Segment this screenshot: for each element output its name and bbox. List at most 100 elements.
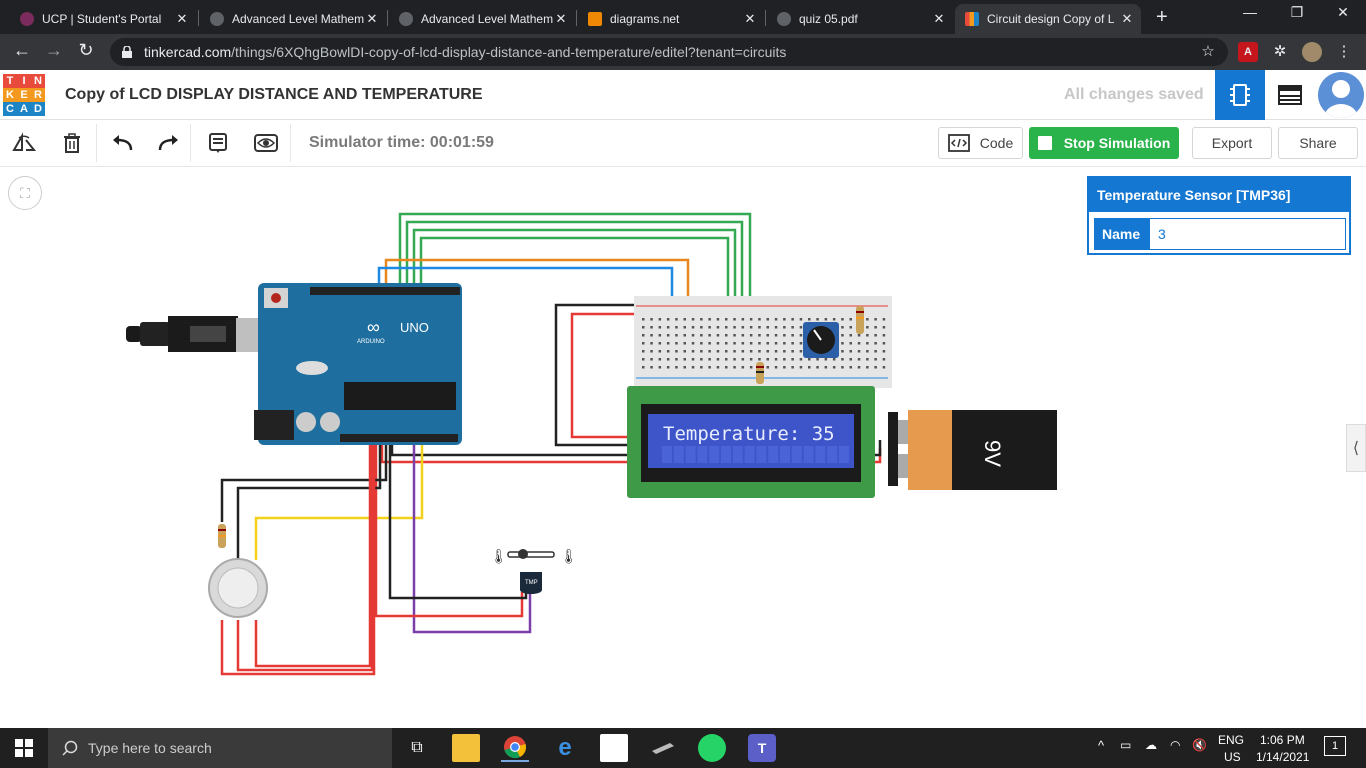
breadboard-hole <box>808 358 811 361</box>
wire-black[interactable] <box>220 442 388 522</box>
gas-sensor[interactable] <box>208 558 268 618</box>
components-panel-toggle[interactable]: ⟨ <box>1346 424 1366 472</box>
undo-icon[interactable] <box>108 130 136 156</box>
wire-red[interactable] <box>220 442 376 676</box>
globe-favicon-icon <box>399 12 413 26</box>
menu-kebab-icon[interactable]: ⋮ <box>1334 42 1354 62</box>
close-tab-icon[interactable]: ✕ <box>742 11 758 27</box>
breadboard-hole <box>849 318 852 321</box>
taskbar-search[interactable]: Type here to search <box>48 728 392 768</box>
export-button[interactable]: Export <box>1192 127 1272 159</box>
close-tab-icon[interactable]: ✕ <box>174 11 190 27</box>
lcd-16x2[interactable]: Temperature: 35 <box>627 386 875 498</box>
store-icon[interactable] <box>600 734 628 762</box>
breadboard-hole <box>725 342 728 345</box>
wire-black[interactable] <box>388 442 528 600</box>
wire-black[interactable] <box>236 442 382 560</box>
name-input[interactable]: 3 <box>1149 218 1346 250</box>
new-tab-button[interactable]: + <box>1156 6 1168 29</box>
edge-icon[interactable]: e <box>551 734 579 762</box>
breadboard-hole <box>758 342 761 345</box>
arduino-uno-board[interactable]: ∞ UNO ARDUINO <box>254 283 462 445</box>
address-bar[interactable]: tinkercad.com/things/6XQhgBowlDI-copy-of… <box>110 38 1228 66</box>
forward-arrow-icon[interactable]: → <box>42 40 66 61</box>
close-tab-icon[interactable]: ✕ <box>1119 11 1135 27</box>
tmp36-sensor[interactable]: TMP <box>520 572 542 594</box>
breadboard-hole <box>708 334 711 337</box>
onedrive-cloud-icon[interactable]: ☁ <box>1145 738 1157 752</box>
windows-start-button[interactable] <box>0 728 48 768</box>
notifications-icon[interactable]: 1 <box>1324 736 1346 756</box>
tab-title: Circuit design Copy of L <box>987 12 1115 26</box>
user-avatar[interactable] <box>1318 72 1364 118</box>
tab-circuit-design[interactable]: Circuit design Copy of L ✕ <box>955 4 1141 34</box>
breadboard-hole <box>725 358 728 361</box>
restore-window-icon[interactable]: ❐ <box>1277 4 1317 21</box>
close-window-icon[interactable]: ✕ <box>1323 4 1363 21</box>
tab-diagrams[interactable]: diagrams.net ✕ <box>578 4 764 34</box>
acrobat-extension-icon[interactable]: A <box>1238 42 1258 62</box>
file-explorer-icon[interactable] <box>452 734 480 762</box>
battery-9v[interactable]: 9V <box>888 410 1057 490</box>
wire-yellow[interactable] <box>254 442 424 560</box>
chrome-icon[interactable] <box>501 734 529 762</box>
temperature-slider[interactable]: 🌡 🌡 <box>490 549 578 565</box>
visibility-eye-icon[interactable] <box>252 130 280 156</box>
clock-time[interactable]: 1:06 PM <box>1260 733 1305 747</box>
reload-icon[interactable]: ↻ <box>74 40 98 61</box>
component-list-button[interactable] <box>1265 70 1315 120</box>
language-region[interactable]: US <box>1224 750 1241 764</box>
stop-simulation-button[interactable]: Stop Simulation <box>1029 127 1179 159</box>
back-arrow-icon[interactable]: ← <box>10 40 34 61</box>
wire-red[interactable] <box>236 442 374 672</box>
breadboard-hole <box>791 342 794 345</box>
project-title[interactable]: Copy of LCD DISPLAY DISTANCE AND TEMPERA… <box>65 86 483 104</box>
task-view-icon[interactable]: ⧉ <box>403 734 431 762</box>
potentiometer[interactable] <box>803 322 839 358</box>
whatsapp-icon[interactable] <box>698 734 726 762</box>
breadboard-hole <box>766 350 769 353</box>
name-label: Name <box>1094 218 1149 250</box>
tab-advanced-math-1[interactable]: Advanced Level Mathem ✕ <box>200 4 386 34</box>
close-tab-icon[interactable]: ✕ <box>931 11 947 27</box>
tinkercad-logo[interactable]: T I N K E R C A D <box>3 74 45 116</box>
bookmark-star-icon[interactable]: ☆ <box>1198 42 1218 62</box>
wire-red[interactable] <box>254 442 372 668</box>
tab-quiz-pdf[interactable]: quiz 05.pdf ✕ <box>767 4 953 34</box>
clock-date[interactable]: 1/14/2021 <box>1256 750 1309 764</box>
app-icon[interactable] <box>649 734 677 762</box>
breadboard-hole <box>749 358 753 361</box>
breadboard-hole <box>841 350 844 353</box>
code-button[interactable]: Code <box>938 127 1023 159</box>
circuit-view-button[interactable] <box>1215 70 1265 120</box>
minimize-window-icon[interactable]: — <box>1230 4 1270 20</box>
volume-muted-icon[interactable]: 🔇 <box>1192 738 1207 752</box>
language-code[interactable]: ENG <box>1218 733 1244 747</box>
battery-tray-icon[interactable]: ▭ <box>1120 738 1131 752</box>
notes-icon[interactable] <box>204 130 232 156</box>
puzzle-extensions-icon[interactable]: ✲ <box>1270 42 1290 62</box>
tab-ucp-portal[interactable]: UCP | Student's Portal ✕ <box>10 4 196 34</box>
profile-avatar-icon[interactable] <box>1302 42 1322 62</box>
wire-red[interactable] <box>374 442 524 618</box>
breadboard-hole <box>642 342 645 345</box>
tab-title: Advanced Level Mathem <box>421 12 553 26</box>
breadboard-hole <box>658 342 662 345</box>
trash-icon[interactable] <box>58 130 86 156</box>
tray-chevron-icon[interactable]: ^ <box>1098 738 1104 753</box>
share-button[interactable]: Share <box>1278 127 1358 159</box>
resistor <box>856 306 864 334</box>
tab-advanced-math-2[interactable]: Advanced Level Mathem ✕ <box>389 4 575 34</box>
breadboard-hole <box>675 358 678 361</box>
code-button-label: Code <box>979 135 1014 151</box>
rotate-icon[interactable] <box>10 130 38 156</box>
breadboard-hole <box>791 366 794 369</box>
breadboard-hole <box>832 318 836 321</box>
wire-purple[interactable] <box>412 442 532 634</box>
wifi-icon[interactable]: ◠ <box>1170 738 1180 752</box>
close-tab-icon[interactable]: ✕ <box>364 11 380 27</box>
close-tab-icon[interactable]: ✕ <box>553 11 569 27</box>
teams-icon[interactable]: T <box>748 734 776 762</box>
redo-icon[interactable] <box>155 130 183 156</box>
breadboard-hole <box>700 334 703 337</box>
